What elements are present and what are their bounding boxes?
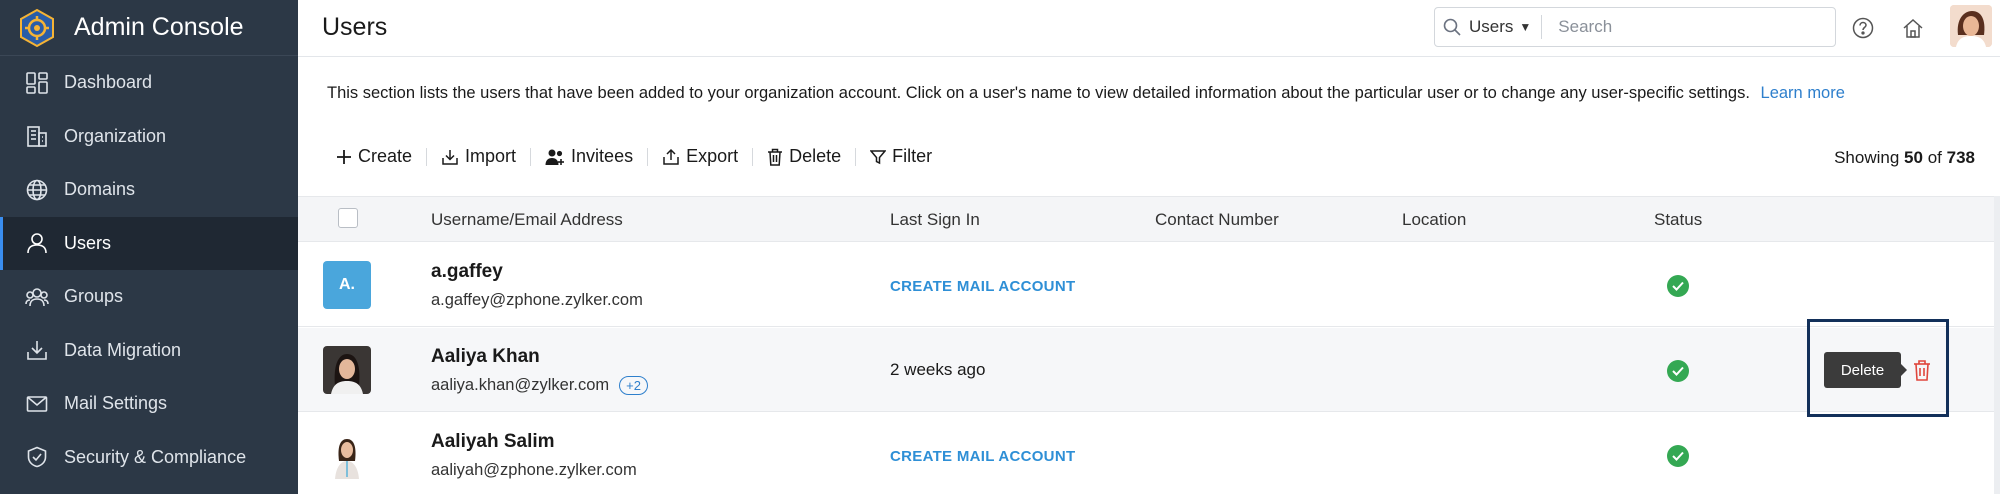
table-row[interactable]: A. a.gaffey a.gaffey@zphone.zylker.com C… <box>298 243 2000 327</box>
showing-of: of <box>1927 148 1942 167</box>
user-email: a.gaffey@zphone.zylker.com <box>431 291 643 310</box>
dashboard-icon <box>24 70 50 96</box>
showing-count-value: 50 <box>1904 148 1923 167</box>
search-scope-dropdown[interactable]: Users ▼ <box>1469 15 1543 39</box>
table-header: Username/Email Address Last Sign In Cont… <box>298 196 2000 242</box>
status-active-icon <box>1667 275 1689 297</box>
mail-icon <box>24 391 50 417</box>
export-icon <box>662 148 680 166</box>
table-row[interactable]: Aaliyah Salim aaliyah@zphone.zylker.com … <box>298 413 2000 494</box>
user-email: aaliyah@zphone.zylker.com <box>431 461 637 480</box>
filter-label: Filter <box>892 146 933 166</box>
search-scope-label: Users <box>1469 17 1514 36</box>
top-header: Users Users ▼ <box>298 0 2000 57</box>
user-avatar-letter: A. <box>323 261 371 309</box>
user-avatar-photo <box>323 431 371 479</box>
sidebar-item-label: Domains <box>64 179 136 200</box>
sidebar-item-organization[interactable]: Organization <box>0 110 298 164</box>
invitees-icon <box>545 148 565 166</box>
last-sign-in-value: 2 weeks ago <box>890 360 986 379</box>
sidebar-item-groups[interactable]: Groups <box>0 270 298 324</box>
shield-icon <box>24 444 50 470</box>
column-header-last-sign-in[interactable]: Last Sign In <box>890 210 980 230</box>
status-active-icon <box>1667 360 1689 382</box>
plus-icon <box>336 149 352 165</box>
user-icon <box>24 230 50 256</box>
admin-gear-logo-icon <box>16 7 58 49</box>
export-button[interactable]: Export <box>648 146 752 167</box>
sidebar-item-label: Security & Compliance <box>64 446 247 467</box>
sidebar-item-data-migration[interactable]: Data Migration <box>0 324 298 378</box>
import-label: Import <box>465 146 517 166</box>
column-header-username[interactable]: Username/Email Address <box>431 210 623 230</box>
sidebar-item-label: Users <box>64 232 112 253</box>
sidebar-item-label: Groups <box>64 286 124 307</box>
create-button[interactable]: Create <box>336 146 426 167</box>
section-description: This section lists the users that have b… <box>327 84 1845 103</box>
column-header-contact[interactable]: Contact Number <box>1155 210 1279 230</box>
user-avatar[interactable] <box>1950 5 1992 47</box>
home-icon[interactable] <box>1900 15 1926 41</box>
status-active-icon <box>1667 445 1689 467</box>
sidebar-item-label: Organization <box>64 125 167 146</box>
import-icon <box>441 148 459 166</box>
showing-total: 738 <box>1946 148 1975 167</box>
filter-button[interactable]: Filter <box>856 146 946 167</box>
delete-label: Delete <box>789 146 842 166</box>
sidebar: Admin Console Dashboard Organization Dom… <box>0 0 298 494</box>
page-title: Users <box>322 13 388 41</box>
search-input[interactable] <box>1542 17 1803 37</box>
user-name-link[interactable]: a.gaffey <box>431 261 643 283</box>
table-row[interactable]: Aaliya Khan aaliya.khan@zylker.com +2 2 … <box>298 328 2000 412</box>
create-mail-account-link[interactable]: CREATE MAIL ACCOUNT <box>890 448 1075 465</box>
delete-tooltip: Delete <box>1824 352 1907 388</box>
more-emails-badge[interactable]: +2 <box>619 376 648 395</box>
table-scrollbar[interactable] <box>1994 196 2000 494</box>
invitees-label: Invitees <box>571 146 634 166</box>
sidebar-item-security-compliance[interactable]: Security & Compliance <box>0 431 298 485</box>
building-icon <box>24 123 50 149</box>
caret-down-icon: ▼ <box>1519 20 1532 34</box>
export-label: Export <box>686 146 739 166</box>
user-email-text: a.gaffey@zphone.zylker.com <box>431 291 643 309</box>
action-toolbar: Create Import Invitees Export Delete Fil… <box>336 146 946 167</box>
globe-icon <box>24 177 50 203</box>
column-header-location[interactable]: Location <box>1402 210 1466 230</box>
search-box: Users ▼ <box>1434 7 1836 47</box>
sidebar-item-label: Mail Settings <box>64 393 168 414</box>
user-name-link[interactable]: Aaliyah Salim <box>431 431 637 453</box>
sidebar-item-dashboard[interactable]: Dashboard <box>0 56 298 110</box>
user-email: aaliya.khan@zylker.com +2 <box>431 376 648 395</box>
sidebar-item-label: Data Migration <box>64 339 182 360</box>
import-button[interactable]: Import <box>427 146 530 167</box>
app-title: Admin Console <box>74 13 244 41</box>
sidebar-item-label: Dashboard <box>64 72 153 93</box>
learn-more-link[interactable]: Learn more <box>1761 84 1845 102</box>
sidebar-item-mail-settings[interactable]: Mail Settings <box>0 377 298 431</box>
showing-prefix: Showing <box>1834 148 1900 167</box>
user-email-text: aaliyah@zphone.zylker.com <box>431 461 637 479</box>
download-tray-icon <box>24 337 50 363</box>
showing-count: Showing 50 of 738 <box>1834 148 1975 168</box>
create-mail-account-link[interactable]: CREATE MAIL ACCOUNT <box>890 278 1075 295</box>
help-icon[interactable] <box>1850 15 1876 41</box>
sidebar-item-users[interactable]: Users <box>0 216 298 270</box>
filter-icon <box>870 149 887 165</box>
group-icon <box>24 284 50 310</box>
select-all-checkbox[interactable] <box>338 208 358 228</box>
delete-button[interactable]: Delete <box>753 146 855 167</box>
user-email-text: aaliya.khan@zylker.com <box>431 376 610 394</box>
invitees-button[interactable]: Invitees <box>531 146 647 167</box>
column-header-status[interactable]: Status <box>1654 210 1702 230</box>
trash-icon <box>767 148 783 166</box>
user-name-link[interactable]: Aaliya Khan <box>431 346 648 368</box>
create-label: Create <box>358 146 413 166</box>
user-avatar-photo <box>323 346 371 394</box>
row-delete-button[interactable] <box>1910 356 1934 384</box>
description-text: This section lists the users that have b… <box>327 84 1750 102</box>
brand: Admin Console <box>0 0 298 56</box>
trash-icon <box>1914 360 1930 381</box>
sidebar-item-domains[interactable]: Domains <box>0 163 298 217</box>
search-icon <box>1435 18 1469 36</box>
